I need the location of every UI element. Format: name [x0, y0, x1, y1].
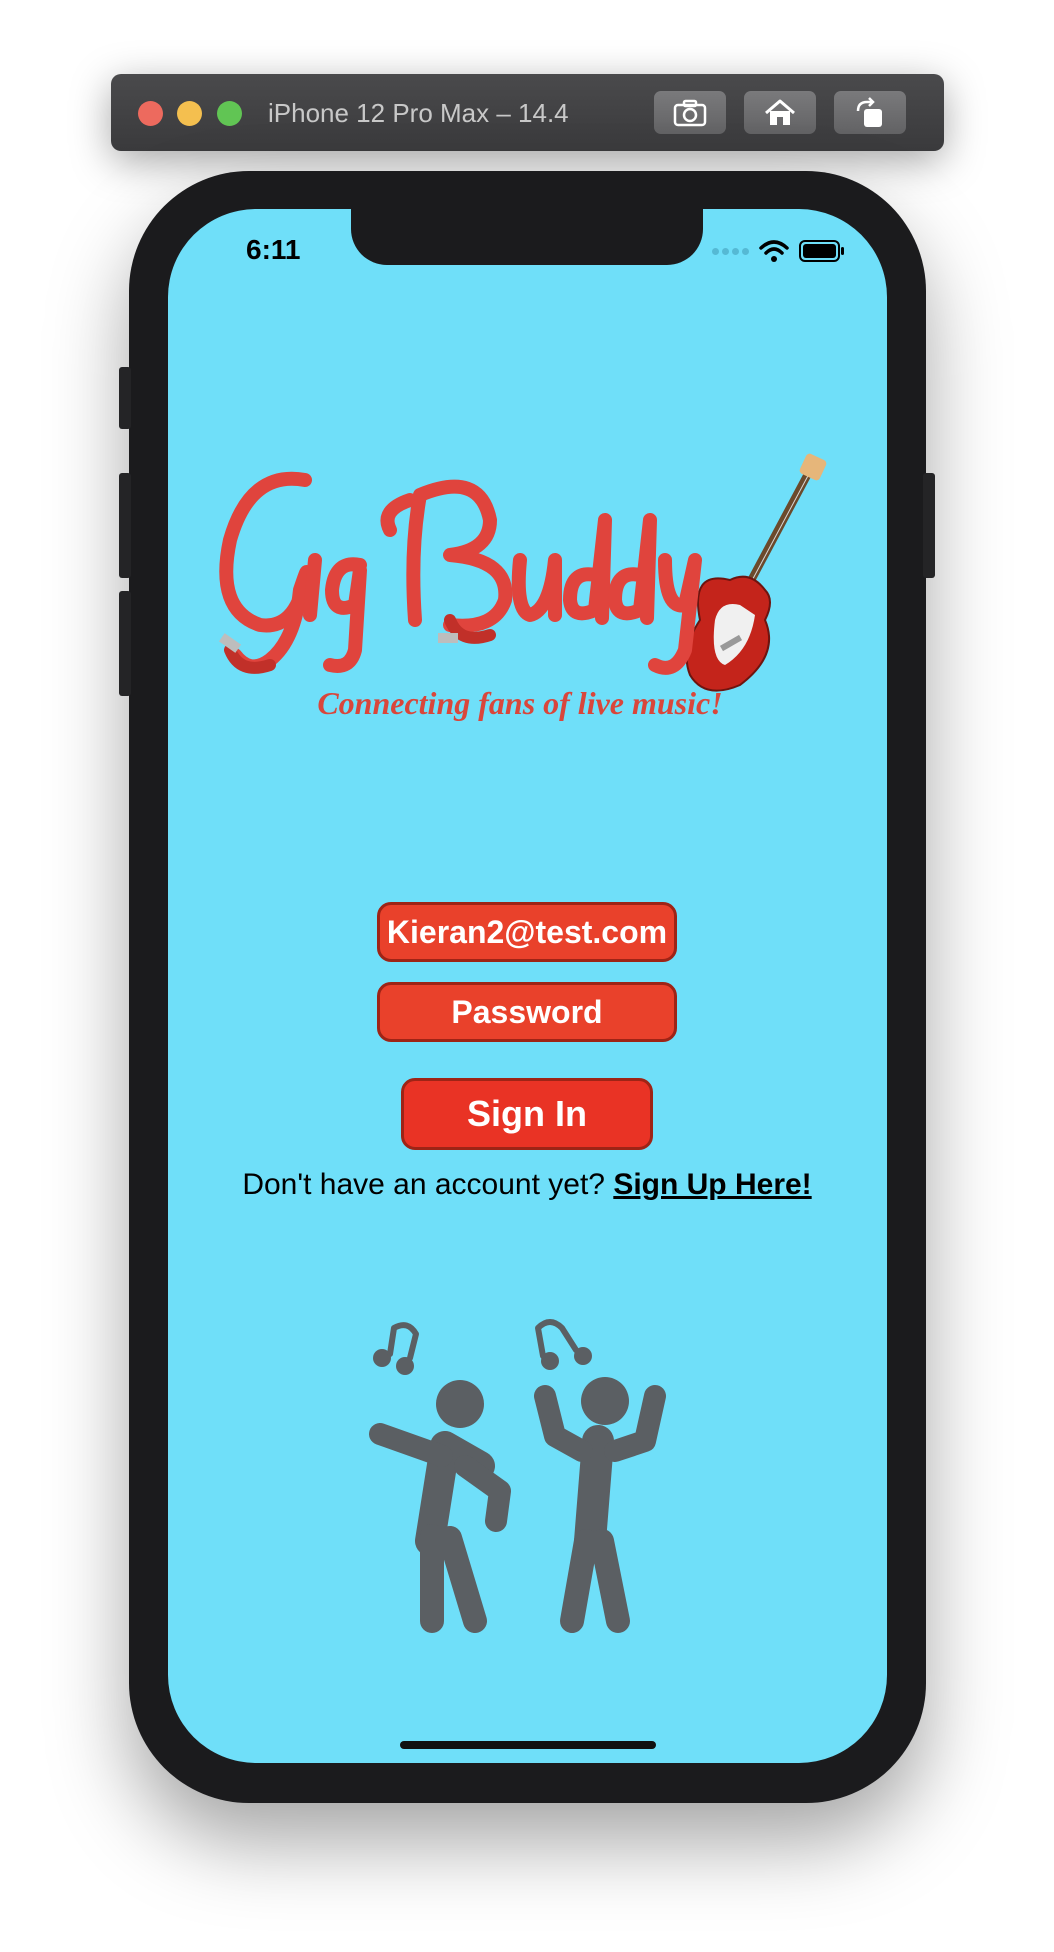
guitar-icon	[685, 453, 827, 692]
screenshot-button[interactable]	[654, 91, 726, 134]
gig-buddy-logo	[218, 453, 827, 692]
power-button	[923, 473, 935, 578]
volume-down-button	[119, 591, 131, 696]
mute-switch	[119, 367, 131, 429]
volume-up-button	[119, 473, 131, 578]
sign-in-button[interactable]: Sign In	[401, 1078, 653, 1150]
camera-icon	[673, 99, 707, 126]
password-field[interactable]: Password	[377, 982, 677, 1042]
home-icon	[765, 99, 795, 125]
signup-link[interactable]: Sign Up Here!	[613, 1168, 811, 1201]
music-note-icon	[373, 1322, 419, 1375]
email-field[interactable]: Kieran2@test.com	[377, 902, 677, 962]
battery-icon	[799, 240, 844, 262]
close-window-button[interactable]	[138, 101, 163, 126]
minimize-window-button[interactable]	[177, 101, 202, 126]
status-time: 6:11	[246, 234, 301, 265]
dancing-people-icon	[369, 1319, 666, 1633]
logo-tagline: Connecting fans of live music!	[317, 685, 723, 721]
signal-icon	[712, 247, 749, 255]
music-note-icon	[535, 1319, 592, 1370]
rotate-button[interactable]	[834, 91, 906, 134]
simulator-title: iPhone 12 Pro Max – 14.4	[268, 98, 569, 128]
wifi-icon	[759, 240, 789, 262]
status-icons	[712, 236, 845, 266]
zoom-window-button[interactable]	[217, 101, 242, 126]
rotate-icon	[856, 96, 882, 127]
signup-prompt-row: Don't have an account yet? Sign Up Here!	[160, 1168, 894, 1202]
simulator-toolbar: iPhone 12 Pro Max – 14.4	[111, 74, 944, 151]
notch	[351, 209, 703, 265]
signup-prompt: Don't have an account yet?	[242, 1168, 605, 1201]
home-button[interactable]	[744, 91, 816, 134]
home-indicator[interactable]	[400, 1741, 656, 1749]
